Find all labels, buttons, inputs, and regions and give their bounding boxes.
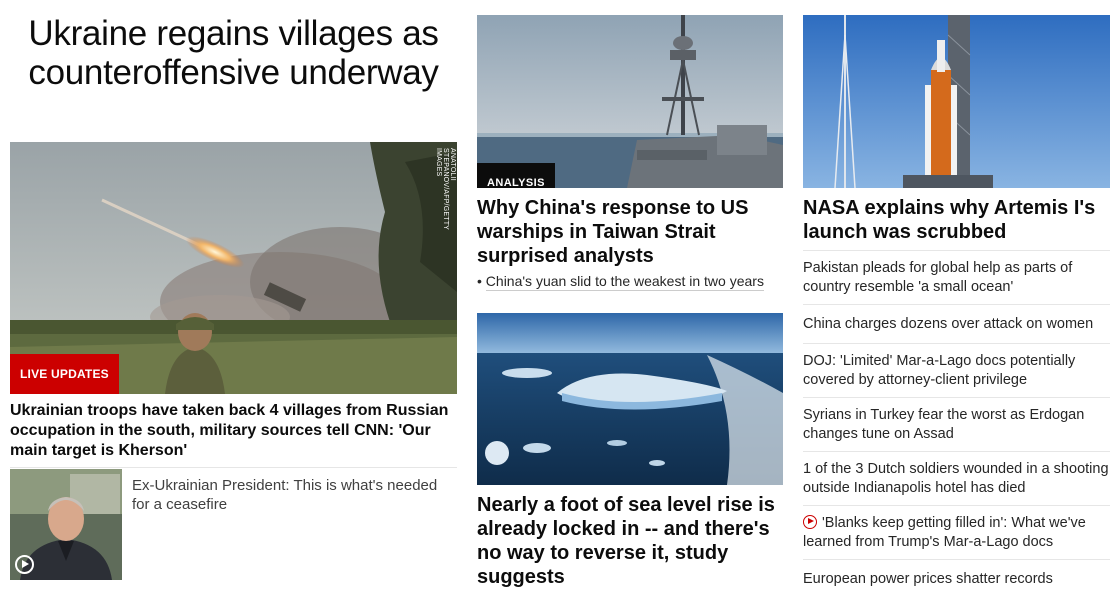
divider — [10, 467, 457, 468]
yuan-bullet-link[interactable]: • China's yuan slid to the weakest in tw… — [477, 272, 777, 291]
sub-story-link[interactable]: Ex-Ukrainian President: This is what's n… — [132, 476, 452, 514]
live-updates-badge[interactable]: LIVE UPDATES — [10, 354, 119, 394]
china-warships-headline[interactable]: Why China's response to US warships in T… — [477, 196, 777, 268]
list-item[interactable]: 'Blanks keep getting filled in': What we… — [803, 505, 1110, 559]
image-credit: ANATOLII STEPANOV/AFP/GETTY IMAGES — [435, 148, 456, 230]
artemis-rocket-image[interactable] — [803, 15, 1110, 188]
list-item[interactable]: Syrians in Turkey fear the worst as Erdo… — [803, 397, 1110, 451]
ice-sea-image[interactable] — [477, 313, 783, 485]
artemis-headline[interactable]: NASA explains why Artemis I's launch was… — [803, 196, 1110, 244]
analysis-badge[interactable]: ANALYSIS — [477, 163, 555, 188]
play-icon — [15, 555, 34, 574]
list-item-label: 'Blanks keep getting filled in': What we… — [803, 515, 1086, 550]
headline-list: Pakistan pleads for global help as parts… — [803, 250, 1110, 598]
list-item[interactable]: Pakistan pleads for global help as parts… — [803, 250, 1110, 304]
sub-story-video-thumbnail[interactable] — [10, 469, 122, 580]
list-item[interactable]: China charges dozens over attack on wome… — [803, 304, 1110, 343]
hero-headline[interactable]: Ukraine regains villages as counteroffen… — [10, 14, 457, 92]
warship-image[interactable]: ANALYSIS — [477, 15, 783, 188]
list-item[interactable]: European power prices shatter records — [803, 559, 1110, 598]
list-item[interactable]: 1 of the 3 Dutch soldiers wounded in a s… — [803, 451, 1110, 505]
list-item[interactable]: DOJ: 'Limited' Mar-a-Lago docs potential… — [803, 343, 1110, 397]
yuan-link-text[interactable]: China's yuan slid to the weakest in two … — [485, 273, 764, 291]
lead-headline[interactable]: Ukrainian troops have taken back 4 villa… — [10, 401, 450, 461]
sea-level-headline[interactable]: Nearly a foot of sea level rise is alrea… — [477, 493, 783, 589]
video-play-icon — [803, 515, 817, 529]
